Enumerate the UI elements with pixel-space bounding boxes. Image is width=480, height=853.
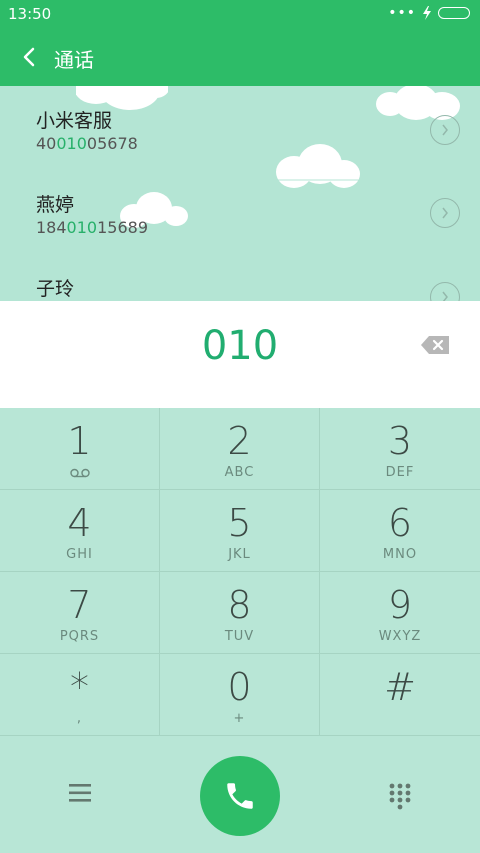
status-bar: 13:50 ••• [0,0,480,28]
key-2[interactable]: 2 ABC [160,408,320,490]
backspace-button[interactable] [420,333,452,357]
chevron-right-icon [442,124,448,136]
status-time: 13:50 [8,5,52,23]
app-bar: 通话 [0,28,480,86]
result-item[interactable]: 子玲 [0,254,480,301]
call-button[interactable] [200,756,280,836]
keypad-toggle-button[interactable] [388,782,412,810]
key-5[interactable]: 5 JKL [160,490,320,572]
back-button[interactable] [14,40,44,74]
matched-digits: 010 [56,134,87,153]
matched-digits: 010 [66,218,98,237]
battery-icon [438,7,470,19]
contact-name: 子玲 [36,278,75,300]
backspace-icon [421,336,449,354]
charging-icon [423,6,431,20]
chevron-right-icon [442,207,448,219]
key-7[interactable]: 7 PQRS [0,572,160,654]
result-item[interactable]: 小米客服 4001005678 [0,86,480,170]
menu-button[interactable] [68,782,92,804]
dialed-number: 010 [201,323,279,369]
key-0[interactable]: 0 + [160,654,320,736]
contact-details-button[interactable] [430,115,460,145]
more-dots-icon: ••• [388,5,416,21]
key-3[interactable]: 3 DEF [320,408,480,490]
chevron-left-icon [23,47,35,67]
dialpad-icon [389,783,411,810]
key-1[interactable]: 1 [0,408,160,490]
key-hash[interactable]: # [320,654,480,736]
key-9[interactable]: 9 WXYZ [320,572,480,654]
contact-details-button[interactable] [430,282,460,301]
dial-input-area: 010 [0,301,480,408]
phone-icon [227,783,253,809]
key-6[interactable]: 6 MNO [320,490,480,572]
contact-name: 燕婷 [36,194,75,216]
menu-icon [69,784,91,802]
key-4[interactable]: 4 GHI [0,490,160,572]
chevron-right-icon [442,291,448,301]
bottom-action-bar [0,738,480,853]
contact-number: 18401015689 [36,218,148,237]
contact-name: 小米客服 [36,110,113,132]
voicemail-icon [70,468,90,478]
status-icons: ••• [388,6,470,20]
page-title: 通话 [54,48,94,72]
contact-details-button[interactable] [430,198,460,228]
dial-keypad: 1 2 ABC 3 DEF 4 GHI 5 JKL 6 MNO 7 PQRS 8… [0,408,480,738]
result-item[interactable]: 燕婷 18401015689 [0,170,480,254]
key-star[interactable]: * , [0,654,160,736]
key-8[interactable]: 8 TUV [160,572,320,654]
contact-number: 4001005678 [36,134,138,153]
search-results-list: 小米客服 4001005678 燕婷 18401015689 子玲 [0,86,480,301]
